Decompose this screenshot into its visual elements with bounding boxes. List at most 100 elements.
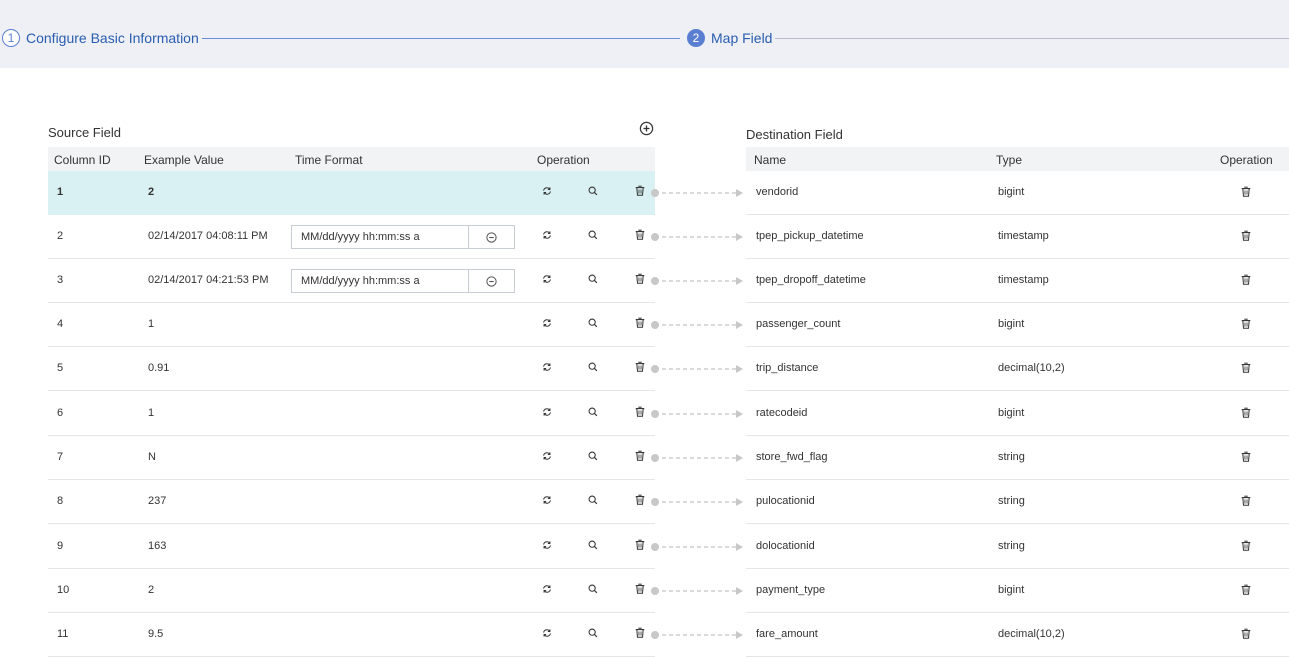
destination-row[interactable]: vendorid bigint [746,171,1289,215]
header-name: Name [754,153,787,167]
arrow-connector-icon[interactable] [650,364,750,374]
destination-table-header: Name Type Operation [746,147,1289,171]
arrow-connector-icon[interactable] [650,497,750,507]
destination-row[interactable]: passenger_count bigint [746,303,1289,347]
trash-icon[interactable] [634,185,646,197]
destination-row[interactable]: trip_distance decimal(10,2) [746,347,1289,391]
trash-icon[interactable] [1240,628,1252,640]
column-id: 7 [57,451,64,463]
trash-icon[interactable] [634,273,646,285]
step-map-field[interactable]: 2 Map Field [687,28,772,48]
trash-icon[interactable] [1240,540,1252,552]
destination-row[interactable]: pulocationid string [746,480,1289,524]
search-icon[interactable] [587,627,599,639]
search-icon[interactable] [587,185,599,197]
search-icon[interactable] [587,273,599,285]
source-row[interactable]: 7 N [48,436,655,480]
convert-icon[interactable] [541,229,553,241]
source-row[interactable]: 3 02/14/2017 04:21:53 PM MM/dd/yyyy hh:m… [48,259,655,303]
destination-row[interactable]: tpep_pickup_datetime timestamp [746,215,1289,259]
trash-icon[interactable] [634,317,646,329]
arrow-connector-icon[interactable] [650,232,750,242]
field-name: pulocationid [756,495,815,507]
example-value: 163 [148,540,167,552]
destination-row[interactable]: store_fwd_flag string [746,436,1289,480]
example-value: 2 [148,186,155,198]
search-icon[interactable] [587,406,599,418]
search-icon[interactable] [587,539,599,551]
arrow-connector-icon[interactable] [650,320,750,330]
step-label: Map Field [711,30,773,46]
add-circle-icon[interactable] [639,121,654,136]
search-icon[interactable] [587,361,599,373]
trash-icon[interactable] [634,361,646,373]
source-row[interactable]: 11 9.5 [48,613,655,657]
remove-time-format-button[interactable] [469,226,514,248]
field-type: bigint [998,407,1025,419]
convert-icon[interactable] [541,185,553,197]
trash-icon[interactable] [1240,407,1252,419]
destination-row[interactable]: tpep_dropoff_datetime timestamp [746,259,1289,303]
arrow-connector-icon[interactable] [650,542,750,552]
trash-icon[interactable] [1240,451,1252,463]
arrow-connector-icon[interactable] [650,409,750,419]
search-icon[interactable] [587,494,599,506]
trash-icon[interactable] [1240,495,1252,507]
step-configure-basic-info[interactable]: 1 Configure Basic Information [2,28,199,48]
arrow-connector-icon[interactable] [650,188,750,198]
trash-icon[interactable] [1240,318,1252,330]
arrow-connector-icon[interactable] [650,453,750,463]
field-name: store_fwd_flag [756,451,828,463]
time-format-value: MM/dd/yyyy hh:mm:ss a [292,226,469,248]
header-example-value: Example Value [144,153,224,167]
destination-row[interactable]: dolocationid string [746,525,1289,569]
field-type: bigint [998,584,1025,596]
convert-icon[interactable] [541,361,553,373]
source-row[interactable]: 1 2 [48,171,655,215]
remove-time-format-button[interactable] [469,270,514,292]
source-row[interactable]: 5 0.91 [48,347,655,391]
destination-row[interactable]: payment_type bigint [746,569,1289,613]
trash-icon[interactable] [634,627,646,639]
trash-icon[interactable] [634,450,646,462]
convert-icon[interactable] [541,450,553,462]
convert-icon[interactable] [541,583,553,595]
trash-icon[interactable] [634,406,646,418]
source-row[interactable]: 6 1 [48,392,655,436]
convert-icon[interactable] [541,406,553,418]
source-row[interactable]: 2 02/14/2017 04:08:11 PM MM/dd/yyyy hh:m… [48,215,655,259]
destination-row[interactable]: ratecodeid bigint [746,392,1289,436]
search-icon[interactable] [587,583,599,595]
trash-icon[interactable] [1240,186,1252,198]
header-time-format: Time Format [295,153,363,167]
arrow-connector-icon[interactable] [650,630,750,640]
search-icon[interactable] [587,450,599,462]
arrow-connector-icon[interactable] [650,586,750,596]
trash-icon[interactable] [634,494,646,506]
trash-icon[interactable] [1240,362,1252,374]
trash-icon[interactable] [634,229,646,241]
trash-icon[interactable] [634,539,646,551]
example-value: N [148,451,156,463]
convert-icon[interactable] [541,627,553,639]
trash-icon[interactable] [1240,230,1252,242]
source-table-header: Column ID Example Value Time Format Oper… [48,147,655,171]
source-row[interactable]: 10 2 [48,569,655,613]
source-row[interactable]: 4 1 [48,303,655,347]
arrow-connector-icon[interactable] [650,276,750,286]
example-value: 237 [148,495,167,507]
convert-icon[interactable] [541,494,553,506]
convert-icon[interactable] [541,317,553,329]
source-row[interactable]: 8 237 [48,480,655,524]
destination-row[interactable]: fare_amount decimal(10,2) [746,613,1289,657]
convert-icon[interactable] [541,273,553,285]
search-icon[interactable] [587,229,599,241]
time-format-input[interactable]: MM/dd/yyyy hh:mm:ss a [291,225,515,249]
trash-icon[interactable] [634,583,646,595]
trash-icon[interactable] [1240,584,1252,596]
convert-icon[interactable] [541,539,553,551]
time-format-input[interactable]: MM/dd/yyyy hh:mm:ss a [291,269,515,293]
trash-icon[interactable] [1240,274,1252,286]
source-row[interactable]: 9 163 [48,525,655,569]
search-icon[interactable] [587,317,599,329]
